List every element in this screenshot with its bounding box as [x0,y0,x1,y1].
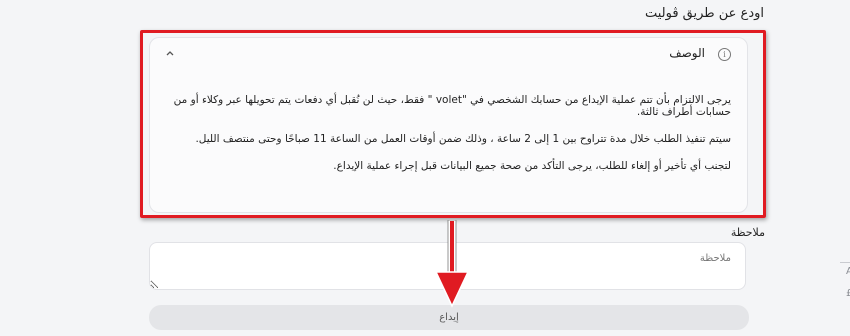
deposit-panel: اودع عن طريق ڤوليت i الوصف يرجى الالتزام… [0,0,850,336]
description-card: i الوصف يرجى الالتزام بأن تتم عملية الإي… [149,37,748,213]
side-mark: £ [846,288,850,299]
description-header[interactable]: i الوصف [150,38,747,70]
description-paragraph: يرجى الالتزام بأن تتم عملية الإيداع من ح… [173,94,731,118]
description-title: الوصف [669,46,705,60]
side-divider [840,262,850,263]
side-letter: A [846,266,850,277]
down-arrow-annotation [434,220,470,308]
note-label: ملاحظة [730,226,765,239]
description-body: يرجى الالتزام بأن تتم عملية الإيداع من ح… [168,94,731,187]
chevron-up-icon[interactable] [164,47,176,59]
info-icon: i [718,48,731,61]
section-title: اودع عن طريق ڤوليت [644,6,764,21]
deposit-button[interactable]: إيداع [149,305,749,330]
description-paragraph: لتجنب أي تأخير أو إلغاء للطلب، يرجى التأ… [333,160,731,172]
description-paragraph: سيتم تنفيذ الطلب خلال مدة تتراوح بين 1 إ… [195,133,731,145]
